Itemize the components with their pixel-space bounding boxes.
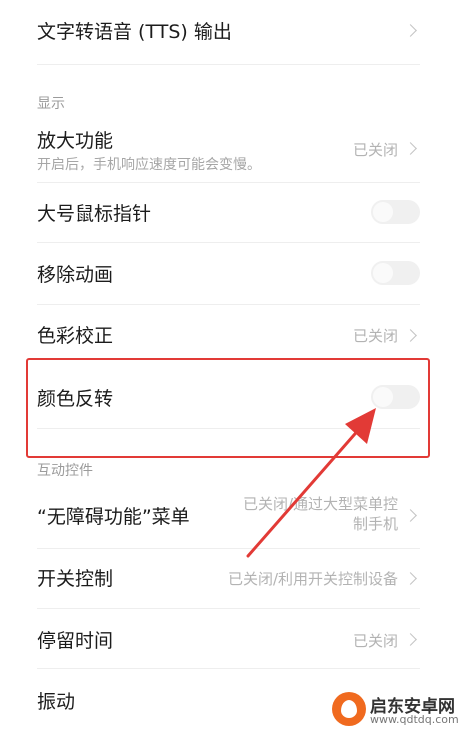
watermark-url: www.qdtdq.com xyxy=(370,713,459,726)
annotation-arrow-icon xyxy=(246,408,376,558)
accessibility-settings-screen: 文字转语音 (TTS) 输出 显示 放大功能 开启后，手机响应速度可能会变慢。 … xyxy=(0,0,462,732)
watermark: 启东安卓网 www.qdtdq.com xyxy=(330,690,459,728)
watermark-logo-icon xyxy=(332,692,366,726)
